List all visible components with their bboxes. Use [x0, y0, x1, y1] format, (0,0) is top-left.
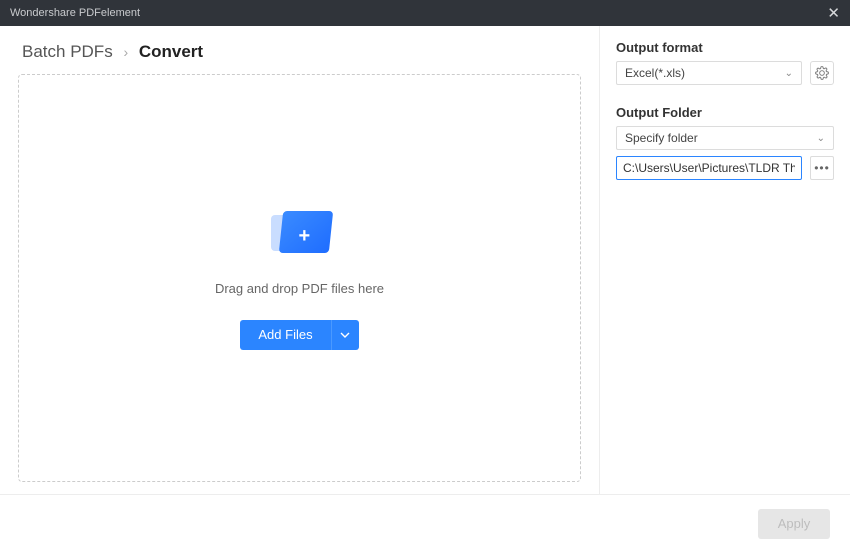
gear-icon — [815, 66, 829, 80]
output-format-settings-button[interactable] — [810, 61, 834, 85]
output-folder-mode-value: Specify folder — [625, 131, 698, 145]
breadcrumb-current: Convert — [139, 42, 203, 61]
add-folder-icon: + — [271, 207, 329, 253]
breadcrumb-root[interactable]: Batch PDFs — [22, 42, 113, 61]
titlebar: Wondershare PDFelement ✕ — [0, 0, 850, 26]
dropzone-text: Drag and drop PDF files here — [215, 281, 384, 296]
apply-button[interactable]: Apply — [758, 509, 830, 539]
add-files-dropdown-button[interactable] — [331, 320, 359, 350]
browse-folder-button[interactable]: ••• — [810, 156, 834, 180]
output-format-label: Output format — [616, 40, 834, 55]
breadcrumb: Batch PDFs › Convert — [22, 42, 581, 62]
add-files-button[interactable]: Add Files — [240, 320, 330, 350]
content-area: Batch PDFs › Convert + Drag and drop PDF… — [0, 26, 850, 494]
right-panel: Output format Excel(*.xls) ⌄ Output Fold… — [600, 26, 850, 494]
left-panel: Batch PDFs › Convert + Drag and drop PDF… — [0, 26, 600, 494]
ellipsis-icon: ••• — [814, 161, 830, 175]
chevron-right-icon: › — [123, 44, 128, 60]
add-files-split-button: Add Files — [240, 320, 358, 350]
output-format-select[interactable]: Excel(*.xls) ⌄ — [616, 61, 802, 85]
chevron-down-icon: ⌄ — [785, 68, 793, 79]
output-folder-mode-select[interactable]: Specify folder ⌄ — [616, 126, 834, 150]
chevron-down-icon: ⌄ — [817, 133, 825, 144]
output-folder-label: Output Folder — [616, 105, 834, 120]
footer: Apply — [0, 494, 850, 552]
dropzone[interactable]: + Drag and drop PDF files here Add Files — [18, 74, 581, 482]
output-format-value: Excel(*.xls) — [625, 66, 685, 80]
output-folder-path-input[interactable] — [616, 156, 802, 180]
chevron-down-icon — [340, 332, 350, 338]
window-title: Wondershare PDFelement — [10, 7, 140, 19]
close-icon[interactable]: ✕ — [827, 6, 840, 21]
